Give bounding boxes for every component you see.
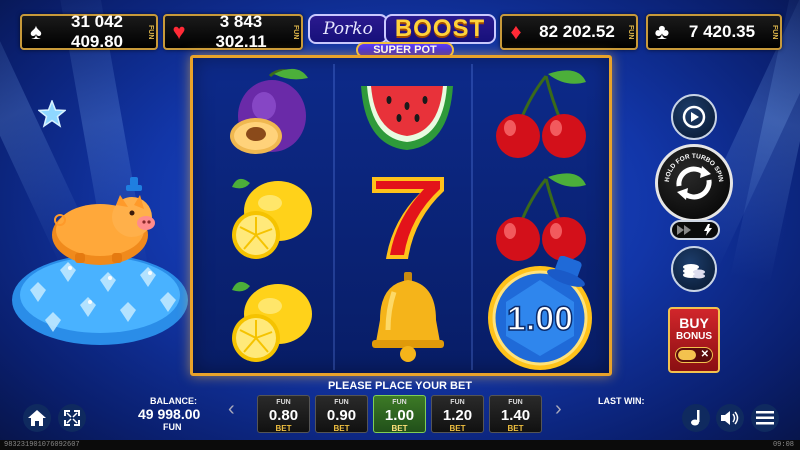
- game-logo: Porko BOOST SUPER POT: [308, 14, 496, 60]
- balance-currency: FUN: [163, 422, 182, 432]
- bell-icon: [343, 270, 473, 370]
- jackpot-currency: FUN: [771, 24, 778, 40]
- diamond-icon: ♦: [510, 19, 522, 44]
- bet-option[interactable]: FUN 0.80 BET: [257, 395, 310, 433]
- bet-coins-button[interactable]: [671, 246, 717, 292]
- spin-icon: HOLD FOR TURBO SPIN: [664, 153, 724, 200]
- jackpot-currency: FUN: [147, 24, 154, 40]
- bet-value: 1.40: [500, 407, 531, 424]
- spin-button[interactable]: HOLD FOR TURBO SPIN: [655, 144, 733, 222]
- toggle-knob-icon: [678, 350, 696, 360]
- club-icon: ♣: [654, 19, 670, 44]
- bet-option[interactable]: FUN 1.40 BET: [489, 395, 542, 433]
- jackpot-value: 3 843 302.11: [215, 12, 267, 51]
- jackpot-spades: ♠ 31 042 409.80 FUN: [20, 12, 158, 51]
- home-button[interactable]: [23, 404, 51, 432]
- cherries-icon: [475, 64, 605, 164]
- lightning-icon: [703, 224, 712, 236]
- footer-bar: 98323190107609260​7 09:08: [0, 440, 800, 450]
- clock: 09:08: [772, 441, 794, 449]
- buy-bonus-button[interactable]: BUY BONUS ✕: [668, 307, 720, 373]
- home-icon: [28, 410, 46, 426]
- lemon-icon: [205, 167, 335, 267]
- bonus-label: BONUS: [675, 331, 713, 342]
- turbo-toggle[interactable]: [670, 220, 720, 240]
- bet-option[interactable]: FUN 1.20 BET: [431, 395, 484, 433]
- coin-value: 1.00: [507, 300, 573, 338]
- plum-icon: [205, 64, 335, 164]
- session-id: 98323190107609260​7: [4, 441, 80, 449]
- logo-boost: BOOST: [384, 14, 496, 44]
- bet-label: BET: [333, 424, 350, 433]
- menu-button[interactable]: [751, 404, 779, 432]
- bet-label: BET: [449, 424, 466, 433]
- speaker-icon: [721, 411, 739, 425]
- jackpot-hearts: ♥ 3 843 302.11 FUN: [163, 12, 303, 51]
- bet-value: 1.00: [384, 407, 415, 424]
- star-icon: [38, 100, 66, 128]
- bet-prev-button[interactable]: ‹: [228, 398, 235, 421]
- lemon-icon: [205, 270, 335, 370]
- bet-option[interactable]: FUN 0.90 BET: [315, 395, 368, 433]
- watermelon-icon: [343, 64, 473, 164]
- jackpot-value: 7 420.35: [688, 22, 756, 41]
- fullscreen-icon: [64, 410, 80, 426]
- hamburger-menu-icon: [756, 411, 774, 425]
- bet-label: BET: [391, 424, 408, 433]
- jackpot-currency: FUN: [292, 24, 299, 40]
- close-icon: ✕: [700, 349, 709, 360]
- bonus-toggle[interactable]: ✕: [675, 347, 713, 363]
- seven-icon: [343, 167, 473, 267]
- bet-value: 1.20: [442, 407, 473, 424]
- music-note-icon: [691, 410, 700, 426]
- bet-value: 0.90: [326, 407, 357, 424]
- bet-value: 0.80: [268, 407, 299, 424]
- jackpot-diamonds: ♦ 82 202.52 FUN: [500, 14, 638, 50]
- heart-icon: ♥: [172, 19, 186, 44]
- balance-label: BALANCE:: [150, 396, 197, 406]
- last-win-label: LAST WIN:: [598, 396, 645, 406]
- bet-option[interactable]: FUN 1.00 BET: [373, 395, 426, 433]
- fullscreen-button[interactable]: [58, 404, 86, 432]
- fast-forward-icon: [676, 225, 691, 235]
- reels-area: 1.00: [190, 55, 612, 376]
- pig-mascot-image: [52, 177, 155, 265]
- balance-value: 49 998.00: [138, 406, 201, 422]
- bet-next-button[interactable]: ›: [555, 398, 562, 421]
- bet-prompt: PLEASE PLACE YOUR BET: [327, 380, 473, 392]
- spade-icon: ♠: [30, 19, 42, 44]
- logo-porko: Porko: [308, 14, 388, 44]
- autoplay-button[interactable]: [671, 94, 717, 140]
- game-screen: ♠ 31 042 409.80 FUN ♥ 3 843 302.11 FUN ♦…: [0, 0, 800, 450]
- cherries-icon: [475, 167, 605, 267]
- coin-icon: 1.00: [475, 256, 605, 370]
- jackpot-value: 82 202.52: [539, 22, 615, 41]
- jackpot-value: 31 042 409.80: [71, 12, 123, 51]
- paytable-button[interactable]: [682, 404, 710, 432]
- sound-button[interactable]: [716, 404, 744, 432]
- coins-icon: [683, 264, 705, 279]
- bet-label: BET: [507, 424, 524, 433]
- replay-icon: [682, 105, 706, 129]
- bet-label: BET: [275, 424, 292, 433]
- bottom-bar: PLEASE PLACE YOUR BET BALANCE: 49 998.00…: [0, 380, 800, 440]
- buy-label: BUY: [679, 315, 709, 331]
- jackpot-clubs: ♣ 7 420.35 FUN: [646, 14, 782, 50]
- jackpot-currency: FUN: [627, 24, 634, 40]
